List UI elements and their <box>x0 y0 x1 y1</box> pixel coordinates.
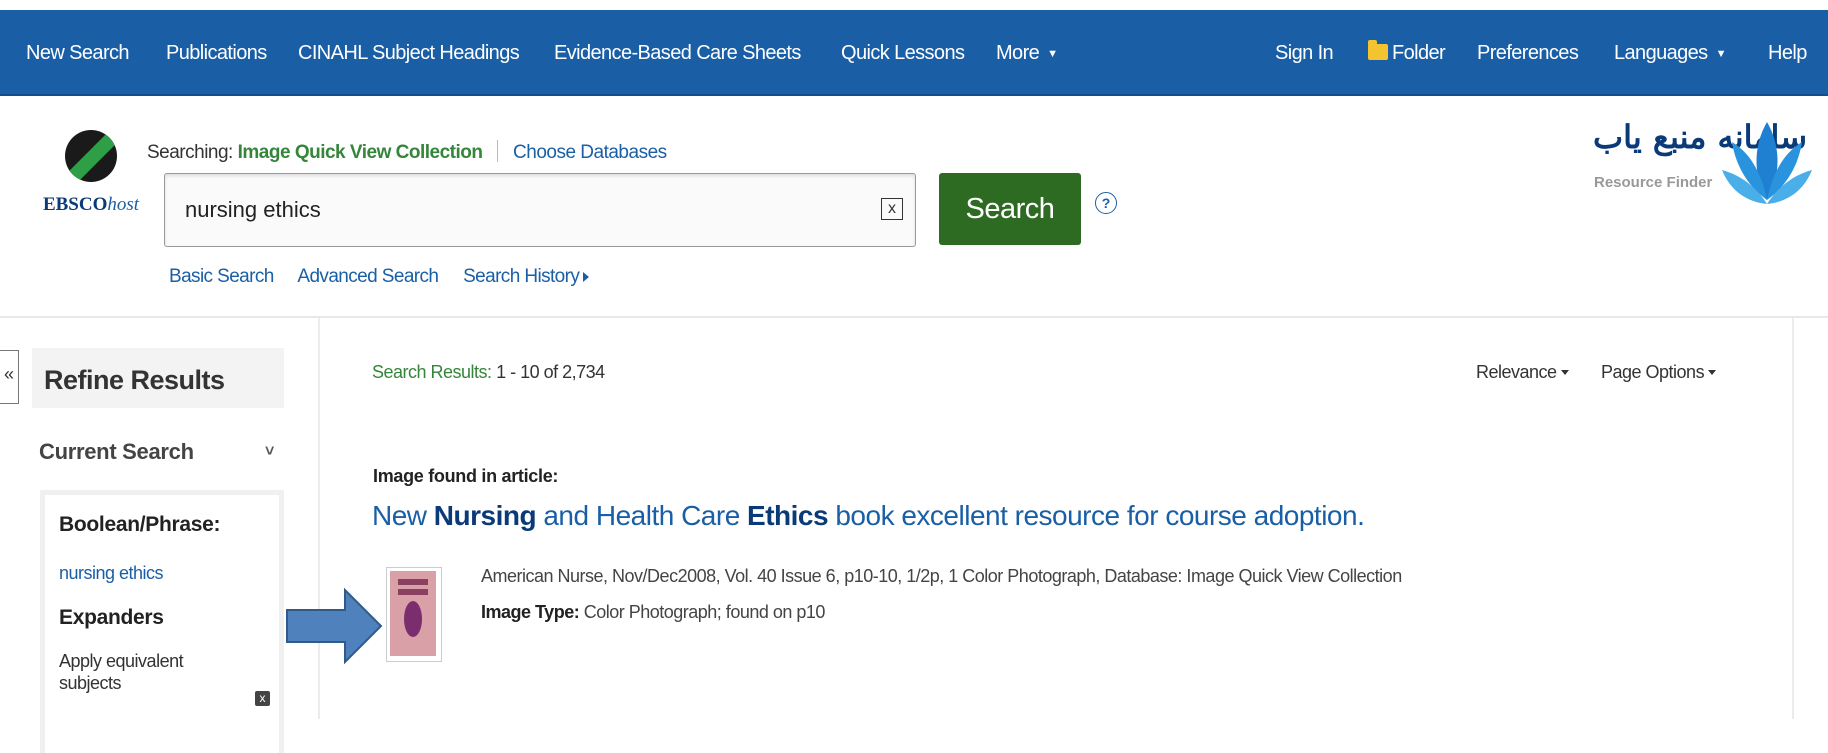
results-count: Search Results: 1 - 10 of 2,734 <box>372 362 605 383</box>
resource-finder-english-text: Resource Finder <box>1594 174 1713 191</box>
ebsco-wordmark: EBSCOhost <box>42 194 140 215</box>
title-highlight: Nursing <box>433 500 537 531</box>
search-input[interactable] <box>165 174 867 246</box>
ebsco-leaf-icon <box>65 130 117 182</box>
page-options-dropdown[interactable]: Page Options <box>1601 362 1717 383</box>
triangle-right-icon <box>583 272 590 282</box>
triangle-down-icon <box>1708 370 1717 375</box>
annotation-arrow-icon <box>286 587 383 665</box>
search-history-link[interactable]: Search History <box>463 266 590 287</box>
image-type-label: Image Type: <box>481 602 580 622</box>
top-navigation-bar: New Search Publications CINAHL Subject H… <box>0 10 1828 96</box>
expander-item: Apply equivalent subjects <box>59 651 184 693</box>
nav-new-search[interactable]: New Search <box>26 42 130 65</box>
nav-publications[interactable]: Publications <box>166 42 267 65</box>
result-title-link[interactable]: New Nursing and Health Care Ethics book … <box>372 500 1365 532</box>
book-cover-image <box>390 571 436 656</box>
basic-search-link[interactable]: Basic Search <box>169 266 274 287</box>
selected-database: Image Quick View Collection <box>237 142 483 163</box>
image-found-label: Image found in article: <box>373 466 559 486</box>
boolean-phrase-label: Boolean/Phrase: <box>59 513 221 536</box>
sort-relevance-dropdown[interactable]: Relevance <box>1476 362 1569 383</box>
nav-folder-label: Folder <box>1392 42 1446 64</box>
current-search-panel: Boolean/Phrase: nursing ethics Expanders… <box>40 490 284 753</box>
title-text: and Health Care <box>536 500 748 531</box>
advanced-search-link[interactable]: Advanced Search <box>297 266 439 287</box>
lotus-icon <box>1722 122 1812 204</box>
nav-evidence-based-care-sheets[interactable]: Evidence-Based Care Sheets <box>554 42 801 65</box>
right-divider <box>1792 318 1794 719</box>
refine-results-title: Refine Results <box>32 348 284 408</box>
title-highlight: Ethics <box>747 500 829 531</box>
nav-sign-in[interactable]: Sign In <box>1275 42 1334 65</box>
help-icon[interactable]: ? <box>1095 192 1117 214</box>
image-type-line: Image Type: Color Photograph; found on p… <box>481 602 825 623</box>
nav-languages-label: Languages <box>1614 42 1708 64</box>
folder-icon <box>1368 40 1388 60</box>
searching-line: Searching: Image Quick View Collection C… <box>147 140 667 164</box>
result-thumbnail[interactable] <box>386 567 442 662</box>
results-count-label: Search Results: <box>372 362 492 382</box>
nav-more-label: More <box>996 42 1040 64</box>
nav-more-menu[interactable]: More ▼ <box>996 42 1058 65</box>
result-metadata: American Nurse, Nov/Dec2008, Vol. 40 Iss… <box>481 566 1402 586</box>
separator <box>497 140 499 162</box>
remove-expander-button[interactable]: x <box>255 691 270 706</box>
clear-search-button[interactable]: x <box>881 198 903 220</box>
current-search-toggle[interactable]: Current Search ˅ <box>32 424 284 480</box>
search-button[interactable]: Search <box>939 173 1081 245</box>
header-divider <box>0 316 1828 318</box>
nav-folder[interactable]: Folder <box>1368 40 1446 65</box>
caret-down-icon: ▼ <box>1047 48 1058 60</box>
nav-help[interactable]: Help <box>1768 42 1807 65</box>
results-count-value: 1 - 10 of 2,734 <box>496 362 605 382</box>
nav-preferences[interactable]: Preferences <box>1477 42 1579 65</box>
ebscohost-logo[interactable]: EBSCOhost <box>36 130 146 216</box>
page-options-label: Page Options <box>1601 362 1705 382</box>
title-text: New <box>372 500 434 531</box>
expanders-label: Expanders <box>59 606 164 629</box>
search-mode-links: Basic Search Advanced Search Search Hist… <box>169 266 590 288</box>
title-text: book excellent resource for course adopt… <box>828 500 1365 531</box>
chevron-down-icon: ˅ <box>264 443 274 460</box>
caret-down-icon: ▼ <box>1715 48 1727 60</box>
nav-cinahl-subject-headings[interactable]: CINAHL Subject Headings <box>298 42 520 65</box>
collapse-sidebar-button[interactable]: « <box>0 350 19 404</box>
nav-languages-menu[interactable]: Languages ▼ <box>1614 42 1727 65</box>
boolean-phrase-term[interactable]: nursing ethics <box>59 563 279 584</box>
current-search-label: Current Search <box>39 439 194 464</box>
image-type-value: Color Photograph; found on p10 <box>583 602 826 622</box>
nav-quick-lessons[interactable]: Quick Lessons <box>841 42 965 65</box>
choose-databases-link[interactable]: Choose Databases <box>513 142 667 163</box>
searching-prefix: Searching: <box>147 142 233 163</box>
resource-finder-logo: سامانه منبع یاب Resource Finder <box>1588 118 1813 212</box>
refine-results-sidebar: Refine Results Current Search ˅ Boolean/… <box>32 348 284 753</box>
triangle-down-icon <box>1560 370 1569 375</box>
search-history-label: Search History <box>463 266 580 287</box>
sort-label: Relevance <box>1476 362 1557 382</box>
search-box: x <box>164 173 916 247</box>
